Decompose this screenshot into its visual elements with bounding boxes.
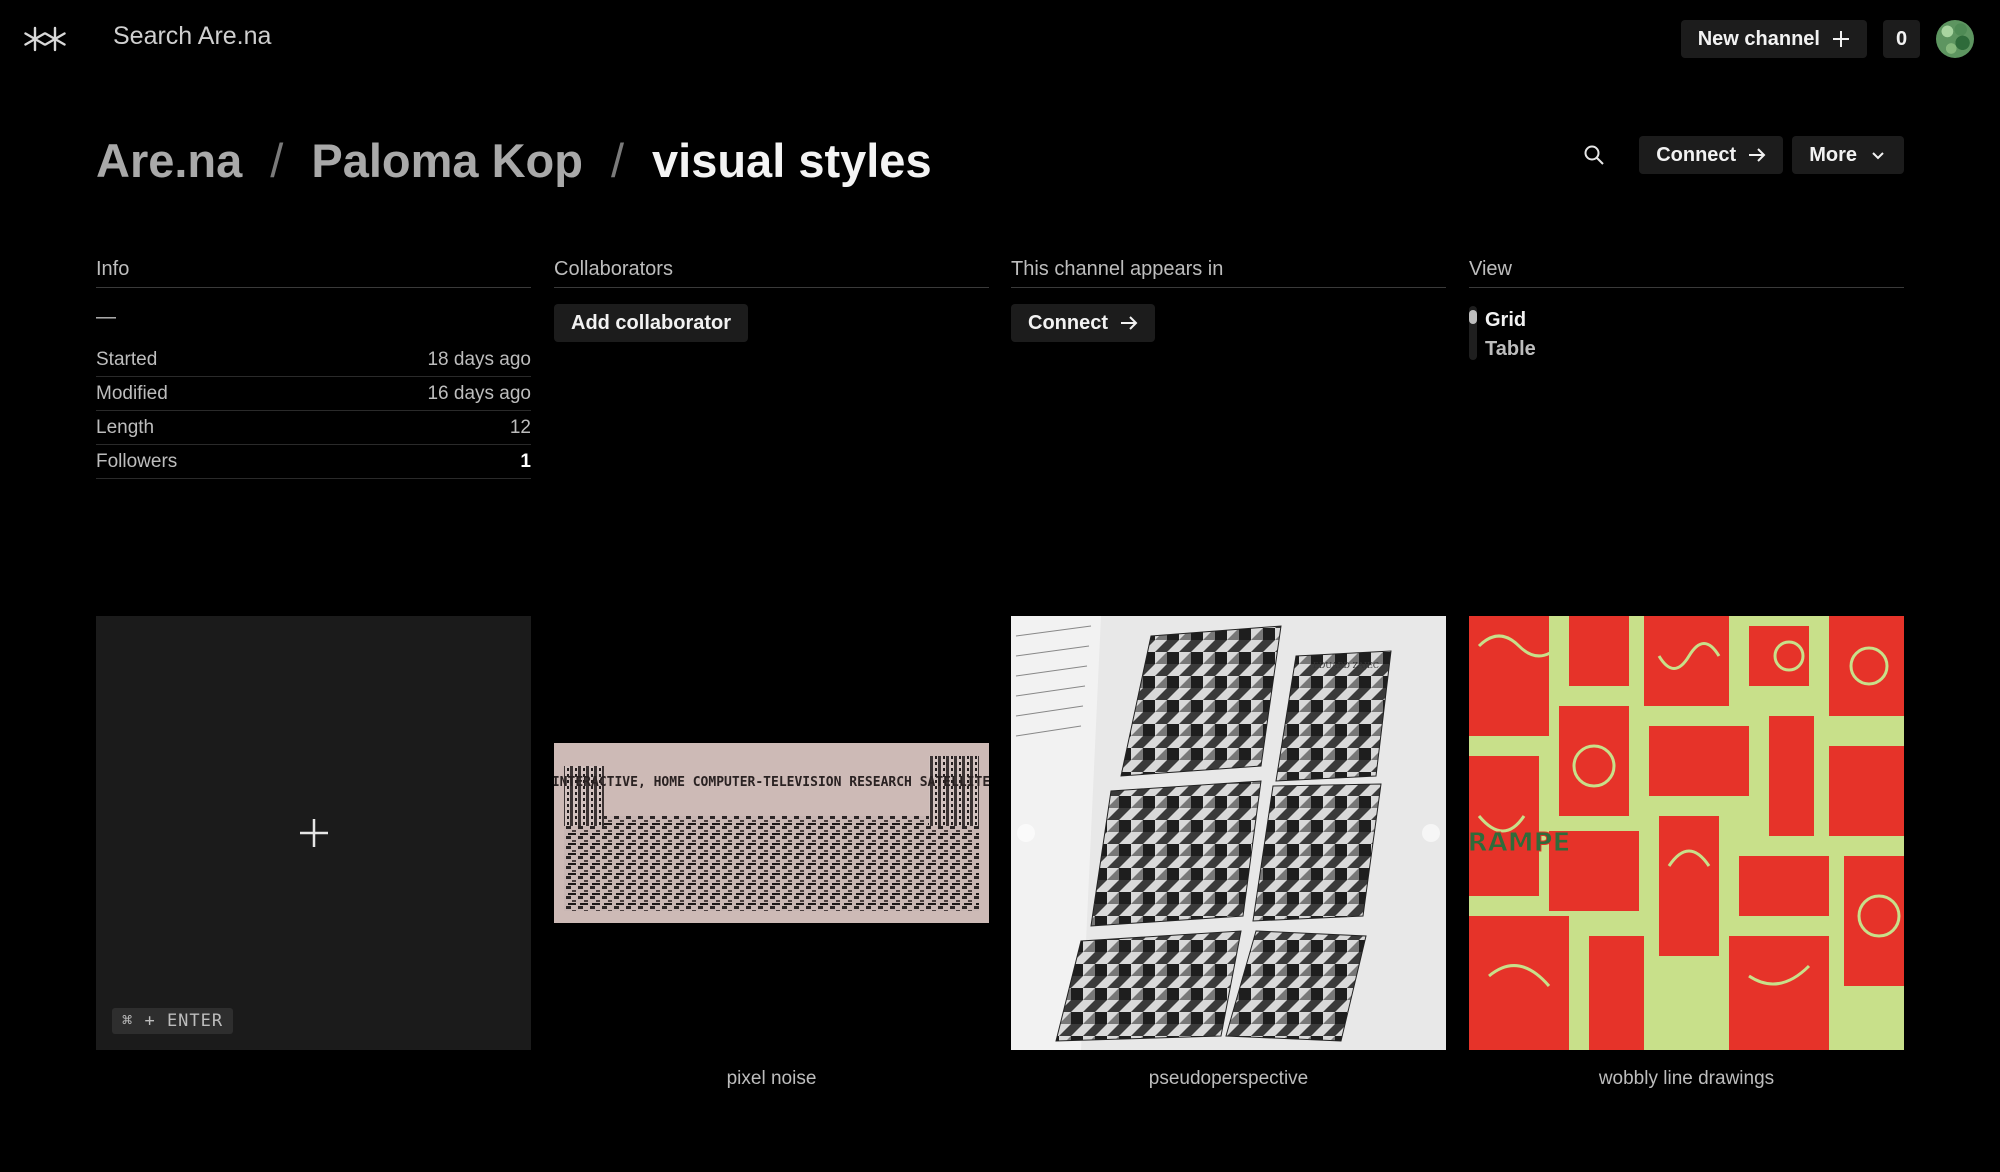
pixel-noise-image-text: "AN INTERACTIVE, HOME COMPUTER-TELEVISIO…	[554, 775, 989, 790]
info-label: Started	[96, 348, 158, 370]
info-row-followers: Followers 1	[96, 445, 531, 479]
topbar-actions: New channel 0	[1680, 20, 1974, 58]
info-row-started: Started 18 days ago	[96, 343, 531, 377]
arrow-right-icon	[1749, 148, 1766, 162]
view-option-table[interactable]: Table	[1485, 335, 1536, 364]
pseudoperspective-image-text: EDUARD ZAJEC	[1313, 661, 1379, 670]
collaborators-title: Collaborators	[554, 258, 989, 288]
avatar[interactable]	[1936, 20, 1974, 58]
view-title: View	[1469, 258, 1904, 288]
info-title: Info	[96, 258, 531, 288]
search-input[interactable]: Search Are.na	[113, 22, 271, 51]
connect-button[interactable]: Connect	[1639, 136, 1784, 174]
add-collaborator-button[interactable]: Add collaborator	[554, 304, 749, 342]
followers-count[interactable]: 1	[520, 451, 531, 473]
breadcrumb-separator: /	[610, 134, 625, 187]
carousel-next-icon[interactable]	[1422, 824, 1440, 842]
block-wobbly-line-drawings[interactable]: RAMPE	[1469, 616, 1904, 1050]
keyboard-shortcut-hint: ⌘ + ENTER	[112, 1008, 234, 1034]
arena-logo-icon[interactable]	[24, 24, 66, 54]
info-value: 16 days ago	[427, 382, 531, 404]
block-pseudoperspective[interactable]: EDUARD ZAJEC	[1011, 616, 1446, 1050]
info-value: 18 days ago	[427, 348, 531, 370]
block-caption[interactable]: pseudoperspective	[1011, 1068, 1446, 1090]
view-toggle-thumb	[1469, 310, 1477, 324]
connect-label: Connect	[1656, 143, 1737, 166]
chevron-down-icon	[1872, 152, 1884, 160]
view-toggle-track[interactable]	[1469, 306, 1477, 360]
info-label: Modified	[96, 382, 168, 404]
new-channel-label: New channel	[1697, 27, 1820, 50]
channel-description: —	[96, 306, 116, 328]
channel-actions: Connect More	[1582, 136, 1904, 174]
view-option-grid[interactable]: Grid	[1485, 306, 1536, 335]
more-button[interactable]: More	[1792, 136, 1904, 174]
breadcrumb-separator: /	[270, 134, 284, 187]
new-channel-button[interactable]: New channel	[1680, 20, 1867, 58]
block-caption[interactable]: pixel noise	[554, 1068, 989, 1090]
appears-in-title: This channel appears in	[1011, 258, 1446, 288]
info-value: 12	[509, 416, 531, 438]
page-title: visual styles	[652, 134, 932, 187]
notification-count-button[interactable]: 0	[1883, 20, 1920, 58]
search-icon[interactable]	[1582, 143, 1606, 167]
info-row-length: Length 12	[96, 411, 531, 445]
connect-label: Connect	[1028, 311, 1108, 334]
plus-icon	[1833, 31, 1849, 47]
wobbly-line-drawings-image-text: RAMPE	[1469, 828, 1570, 858]
appears-in-connect-button[interactable]: Connect	[1011, 304, 1155, 342]
info-row-modified: Modified 16 days ago	[96, 377, 531, 411]
view-toggle[interactable]: Grid Table	[1469, 306, 1904, 364]
block-pixel-noise[interactable]: "AN INTERACTIVE, HOME COMPUTER-TELEVISIO…	[521, 616, 1021, 1050]
breadcrumb-arena[interactable]: Are.na	[96, 133, 242, 188]
wobbly-line-drawings-image: RAMPE	[1469, 616, 1904, 1050]
appears-in-panel: This channel appears in Connect	[1011, 258, 1446, 342]
breadcrumb: Are.na / Paloma Kop / visual styles	[96, 133, 932, 188]
block-caption[interactable]: wobbly line drawings	[1469, 1068, 1904, 1090]
plus-icon	[299, 819, 328, 847]
info-label: Followers	[96, 450, 178, 472]
pixel-noise-image: "AN INTERACTIVE, HOME COMPUTER-TELEVISIO…	[521, 743, 1021, 923]
add-block-tile[interactable]: ⌘ + ENTER	[96, 616, 531, 1050]
breadcrumb-user[interactable]: Paloma Kop	[311, 133, 583, 188]
collaborators-panel: Collaborators Add collaborator	[554, 258, 989, 342]
carousel-prev-icon[interactable]	[1017, 824, 1035, 842]
info-label: Length	[96, 416, 155, 438]
arrow-right-icon	[1121, 316, 1138, 330]
pseudoperspective-image: EDUARD ZAJEC	[1011, 616, 1446, 1050]
more-label: More	[1809, 143, 1857, 166]
info-panel: Info — Started 18 days ago Modified 16 d…	[96, 258, 531, 479]
view-panel: View Grid Table	[1469, 258, 1904, 364]
